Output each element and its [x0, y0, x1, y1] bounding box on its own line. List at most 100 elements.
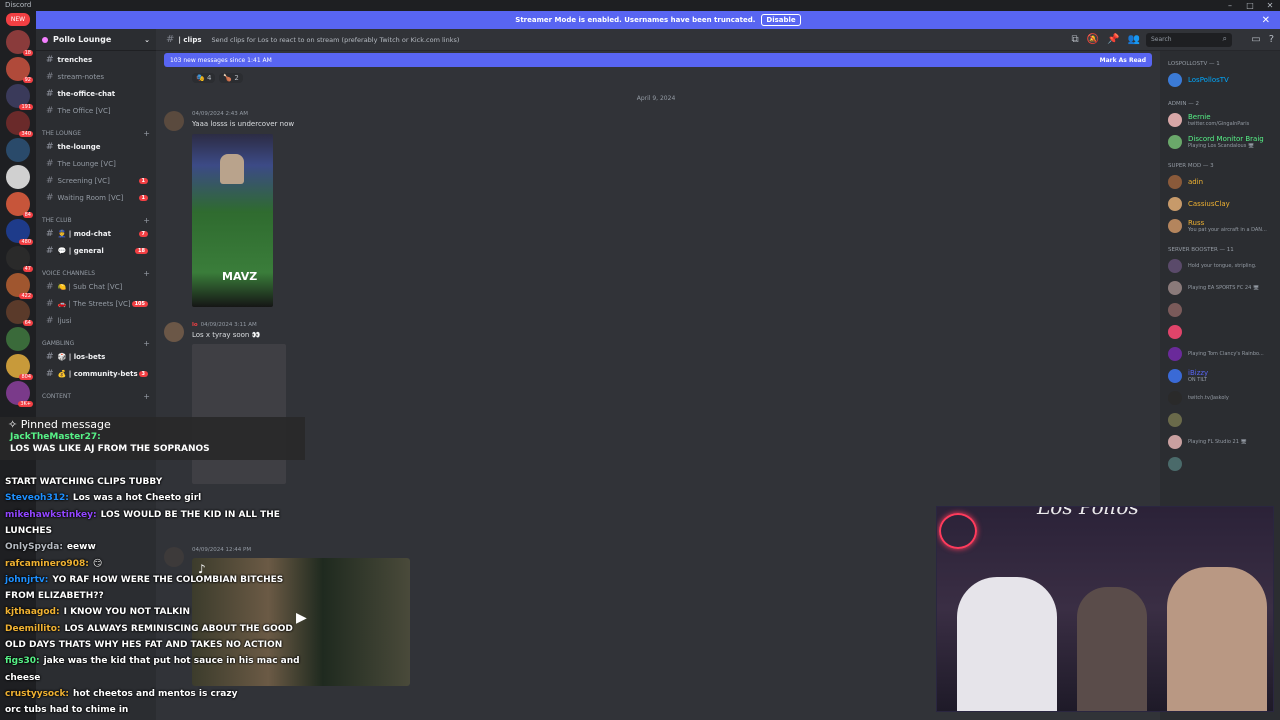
close-icon[interactable]: ✕: [1262, 15, 1270, 26]
search-input[interactable]: Search ⌕: [1146, 32, 1232, 47]
server-icon[interactable]: 340: [6, 111, 33, 137]
server-icon[interactable]: [6, 138, 30, 162]
chat-text: LUNCHES: [5, 525, 53, 536]
member-item[interactable]: Discord Monitor Braig Playing Los Scandal…: [1160, 131, 1280, 153]
member-list-icon[interactable]: 👥: [1128, 34, 1140, 45]
member-item[interactable]: CassiusClay: [1160, 193, 1280, 215]
server-icon[interactable]: [6, 165, 30, 189]
stream-chat-line: OnlySpyda: eeww: [5, 542, 96, 552]
channel-topic[interactable]: Send clips for Los to react to on stream…: [212, 36, 460, 44]
hash-icon: #: [46, 105, 54, 116]
member-item[interactable]: [1160, 453, 1280, 475]
hash-icon: #: [46, 315, 54, 326]
channel-item[interactable]: # The Lounge [VC]: [36, 155, 156, 172]
channel-item[interactable]: # 💰 | community-bets 3: [36, 365, 156, 382]
avatar: [1168, 175, 1182, 189]
channel-item[interactable]: # the-lounge: [36, 138, 156, 155]
channel-item[interactable]: # trenches: [36, 51, 156, 68]
chat-text: LOS ALWAYS REMINISCING ABOUT THE GOOD: [64, 623, 293, 634]
mention-badge: 18: [22, 50, 33, 56]
channel-item[interactable]: # 🎲 | los-bets: [36, 348, 156, 365]
category-content[interactable]: CONTENT +: [36, 391, 156, 401]
channel-label: the-office-chat: [57, 89, 116, 98]
pin-icon[interactable]: 📌: [1107, 34, 1119, 45]
hash-icon: #: [46, 245, 54, 256]
chat-username: rafcaminero908:: [5, 558, 89, 569]
avatar: [1168, 197, 1182, 211]
reaction-button[interactable]: 🍗 2: [219, 73, 243, 83]
server-icon[interactable]: 480: [6, 219, 33, 245]
channel-item[interactable]: # Waiting Room [VC] 1: [36, 189, 156, 206]
server-icon[interactable]: 64: [6, 300, 33, 326]
category-the-club[interactable]: THE CLUB +: [36, 215, 156, 225]
mark-as-read-button[interactable]: Mark As Read: [1100, 57, 1146, 64]
server-icon[interactable]: 47: [6, 246, 33, 272]
chat-text: I KNOW YOU NOT TALKIN: [63, 607, 191, 618]
add-channel-icon[interactable]: +: [143, 339, 150, 348]
server-icon[interactable]: [6, 327, 30, 351]
hash-icon: #: [166, 34, 175, 45]
disable-streamer-mode-button[interactable]: Disable: [761, 14, 801, 26]
channel-item[interactable]: # 🍋 | Sub Chat [VC]: [36, 278, 156, 295]
add-channel-icon[interactable]: +: [143, 129, 150, 138]
member-item[interactable]: Hold your tongue, stripling.: [1160, 255, 1280, 277]
threads-icon[interactable]: ⧉: [1072, 34, 1079, 45]
channel-item[interactable]: # 🚗 | The Streets [VC] 105: [36, 295, 156, 312]
member-item[interactable]: Russ You pat your aircraft in a DAN...: [1160, 215, 1280, 237]
server-icon[interactable]: 804: [6, 354, 33, 380]
member-item[interactable]: Playing FL Studio 21 🖥: [1160, 431, 1280, 453]
stream-chat-line: kjthaagod: I KNOW YOU NOT TALKIN: [5, 607, 190, 617]
server-icon[interactable]: 422: [6, 273, 33, 299]
category-gambling[interactable]: GAMBLING +: [36, 338, 156, 348]
server-icon[interactable]: 3K+: [6, 381, 33, 407]
add-channel-icon[interactable]: +: [143, 216, 150, 225]
maximize-button[interactable]: □: [1240, 0, 1260, 11]
channel-item[interactable]: # stream-notes: [36, 68, 156, 85]
channel-item[interactable]: # the-office-chat: [36, 85, 156, 102]
channel-item[interactable]: # 💬 | general 18: [36, 242, 156, 259]
member-item[interactable]: Playing EA SPORTS FC 24 🖥: [1160, 277, 1280, 299]
member-item[interactable]: [1160, 409, 1280, 431]
video-attachment[interactable]: MAVZ: [192, 134, 273, 307]
member-item[interactable]: Playing Tom Clancy's Rainbo...: [1160, 343, 1280, 365]
server-header[interactable]: Pollo Lounge ⌄: [36, 29, 156, 51]
avatar[interactable]: [164, 322, 184, 342]
member-item[interactable]: [1160, 321, 1280, 343]
close-window-button[interactable]: ✕: [1260, 0, 1280, 11]
member-item[interactable]: LosPollosTV: [1160, 69, 1280, 91]
chat-username: Steveoh312:: [5, 493, 69, 504]
reaction-button[interactable]: 🎭 4: [192, 73, 216, 83]
inbox-icon[interactable]: ▭: [1251, 34, 1260, 45]
member-item[interactable]: adin: [1160, 171, 1280, 193]
add-channel-icon[interactable]: +: [143, 269, 150, 278]
member-item[interactable]: twitch.tv/Jaskoly: [1160, 387, 1280, 409]
category-the-lounge[interactable]: THE LOUNGE +: [36, 128, 156, 138]
server-icon[interactable]: 191: [6, 84, 33, 110]
category-voice[interactable]: VOICE CHANNELS +: [36, 268, 156, 278]
notification-bell-icon[interactable]: 🔕: [1087, 34, 1099, 45]
help-icon[interactable]: ?: [1269, 34, 1274, 45]
channel-item[interactable]: # The Office [VC]: [36, 102, 156, 119]
add-channel-icon[interactable]: +: [143, 392, 150, 401]
channel-label: Waiting Room [VC]: [57, 193, 124, 202]
mention-badge: 480: [19, 239, 33, 245]
message-timestamp: 04/09/2024 3:11 AM: [200, 322, 257, 328]
new-messages-bar[interactable]: 103 new messages since 1:41 AM Mark As R…: [164, 53, 1152, 67]
username[interactable]: lo: [192, 322, 198, 328]
avatar[interactable]: [164, 111, 184, 131]
channel-item[interactable]: # Screening [VC] 1: [36, 172, 156, 189]
mention-badge: 84: [22, 212, 33, 218]
member-name: Discord Monitor Braig: [1188, 134, 1264, 143]
member-item[interactable]: [1160, 299, 1280, 321]
avatar: [1168, 325, 1182, 339]
member-item[interactable]: Bernie twitter.com/GingaInParis: [1160, 109, 1280, 131]
server-icon[interactable]: 92: [6, 57, 33, 83]
channel-item[interactable]: # ljusi: [36, 312, 156, 329]
avatar: [1168, 135, 1182, 149]
member-item[interactable]: iBizzy ON TILT: [1160, 365, 1280, 387]
server-icon[interactable]: 18: [6, 30, 33, 56]
channel-item[interactable]: # 👮 | mod-chat 7: [36, 225, 156, 242]
minimize-button[interactable]: –: [1220, 0, 1240, 11]
server-icon[interactable]: 84: [6, 192, 33, 218]
hash-icon: #: [46, 71, 54, 82]
